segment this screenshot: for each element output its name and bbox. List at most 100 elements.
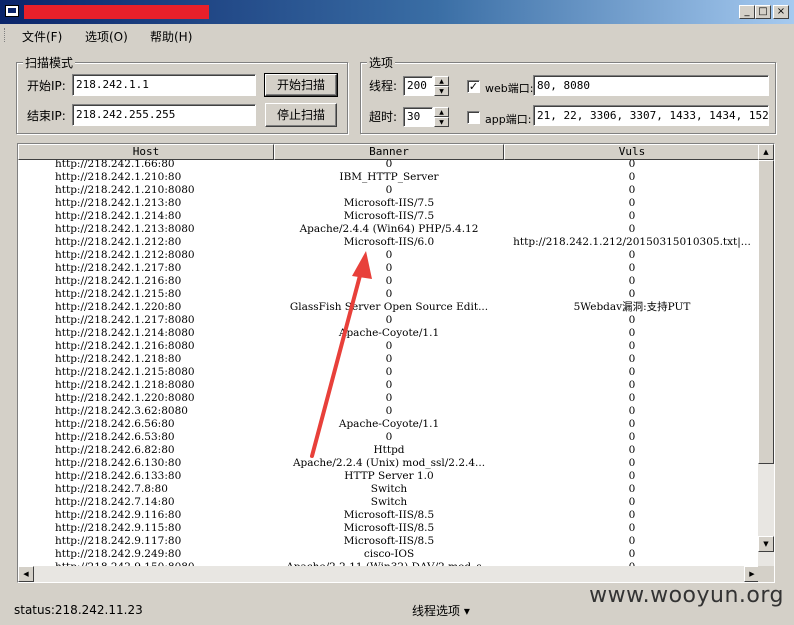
cell-host: http://218.242.1.213:8080 <box>55 223 195 235</box>
stop-scan-button[interactable]: 停止扫描 <box>265 103 337 127</box>
menu-options[interactable]: 选项(O) <box>85 28 128 45</box>
threads-label: 线程: <box>369 79 398 93</box>
cell-host: http://218.242.7.8:80 <box>55 483 168 495</box>
web-port-checkbox[interactable]: ✓ <box>467 80 480 93</box>
table-row[interactable]: http://218.242.1.217:80 0 0 <box>18 262 760 275</box>
table-row[interactable]: http://218.242.7.14:80 Switch 0 <box>18 496 760 509</box>
results-table[interactable]: Host Banner Vuls http://218.242.1.66:80 0… <box>17 143 775 583</box>
cell-host: http://218.242.1.210:8080 <box>55 184 195 196</box>
cell-banner: Microsoft-IIS/7.5 <box>343 197 435 209</box>
column-header-banner[interactable]: Banner <box>274 144 504 160</box>
table-row[interactable]: http://218.242.1.212:80 Microsoft-IIS/6.0… <box>18 236 760 249</box>
title-bar[interactable]: _ □ × <box>0 0 794 24</box>
spin-up-icon[interactable]: ▲ <box>434 76 449 86</box>
maximize-button[interactable]: □ <box>755 5 771 19</box>
table-row[interactable]: http://218.242.9.117:80 Microsoft-IIS/8.5… <box>18 535 760 548</box>
start-scan-button[interactable]: 开始扫描 <box>264 73 338 97</box>
table-row[interactable]: http://218.242.9.116:80 Microsoft-IIS/8.5… <box>18 509 760 522</box>
end-ip-label: 结束IP: <box>27 109 66 123</box>
threads-spinner[interactable]: ▲ ▼ <box>433 76 449 96</box>
table-row[interactable]: http://218.242.1.212:8080 0 0 <box>18 249 760 262</box>
app-ports-input[interactable]: 21, 22, 3306, 3307, 1433, 1434, 1521, 63… <box>533 105 769 126</box>
table-row[interactable]: http://218.242.1.216:8080 0 0 <box>18 340 760 353</box>
table-row[interactable]: http://218.242.6.133:80 HTTP Server 1.0 0 <box>18 470 760 483</box>
table-row[interactable]: http://218.242.3.62:8080 0 0 <box>18 405 760 418</box>
scroll-down-icon[interactable]: ▼ <box>758 536 774 552</box>
cell-banner: 0 <box>385 366 393 378</box>
cell-vuls: 0 <box>628 392 636 404</box>
spin-down-icon[interactable]: ▼ <box>434 117 449 127</box>
cell-banner: 0 <box>385 160 393 170</box>
cell-vuls: 0 <box>628 184 636 196</box>
cell-vuls: 0 <box>628 457 636 469</box>
table-row[interactable]: http://218.242.6.82:80 Httpd 0 <box>18 444 760 457</box>
cell-vuls: 0 <box>628 314 636 326</box>
table-row[interactable]: http://218.242.1.217:8080 0 0 <box>18 314 760 327</box>
start-ip-input[interactable]: 218.242.1.1 <box>72 74 256 96</box>
cell-banner: 0 <box>385 353 393 365</box>
end-ip-input[interactable]: 218.242.255.255 <box>72 104 256 126</box>
table-row[interactable]: http://218.242.1.214:8080 Apache-Coyote/1… <box>18 327 760 340</box>
table-row[interactable]: http://218.242.9.249:80 cisco-IOS 0 <box>18 548 760 561</box>
menu-help[interactable]: 帮助(H) <box>150 28 192 45</box>
cell-banner: 0 <box>385 262 393 274</box>
cell-vuls: 0 <box>628 418 636 430</box>
thread-options-dropdown[interactable]: 线程选项 ▾ <box>412 602 470 619</box>
start-ip-label: 开始IP: <box>27 79 66 93</box>
menu-file[interactable]: 文件(F) <box>22 28 62 45</box>
table-row[interactable]: http://218.242.1.215:8080 0 0 <box>18 366 760 379</box>
vertical-scrollbar[interactable]: ▲ ▼ <box>758 144 774 568</box>
timeout-input[interactable]: 30 <box>403 107 433 127</box>
cell-banner: Switch <box>370 496 408 508</box>
table-row[interactable]: http://218.242.1.214:80 Microsoft-IIS/7.5… <box>18 210 760 223</box>
cell-host: http://218.242.1.210:80 <box>55 171 182 183</box>
table-row[interactable]: http://218.242.1.213:80 Microsoft-IIS/7.5… <box>18 197 760 210</box>
table-row[interactable]: http://218.242.1.215:80 0 0 <box>18 288 760 301</box>
cell-banner: Microsoft-IIS/8.5 <box>343 522 435 534</box>
close-button[interactable]: × <box>773 5 789 19</box>
table-row[interactable]: http://218.242.1.220:8080 0 0 <box>18 392 760 405</box>
table-row[interactable]: http://218.242.6.53:80 0 0 <box>18 431 760 444</box>
table-row[interactable]: http://218.242.1.216:80 0 0 <box>18 275 760 288</box>
table-row[interactable]: http://218.242.1.213:8080 Apache/2.4.4 (W… <box>18 223 760 236</box>
cell-banner: 0 <box>385 288 393 300</box>
web-ports-input[interactable]: 80, 8080 <box>533 75 769 96</box>
cell-banner: 0 <box>385 275 393 287</box>
cell-banner: GlassFish Server Open Source Edit... <box>289 301 489 313</box>
cell-banner: Apache-Coyote/1.1 <box>338 418 440 430</box>
horizontal-scrollbar[interactable]: ◀ ▶ <box>18 566 760 582</box>
column-header-vuls[interactable]: Vuls <box>504 144 760 160</box>
table-row[interactable]: http://218.242.1.66:80 0 0 <box>18 160 760 171</box>
table-row[interactable]: http://218.242.1.218:80 0 0 <box>18 353 760 366</box>
table-row[interactable]: http://218.242.7.8:80 Switch 0 <box>18 483 760 496</box>
cell-host: http://218.242.1.217:80 <box>55 262 182 274</box>
app-port-checkbox[interactable] <box>467 111 480 124</box>
table-row[interactable]: http://218.242.6.130:80 Apache/2.2.4 (Uni… <box>18 457 760 470</box>
cell-vuls: 0 <box>628 509 636 521</box>
scroll-thumb[interactable] <box>758 160 774 464</box>
cell-vuls: 0 <box>628 353 636 365</box>
spin-up-icon[interactable]: ▲ <box>434 107 449 117</box>
app-icon[interactable] <box>5 5 19 17</box>
cell-host: http://218.242.6.130:80 <box>55 457 182 469</box>
cell-banner: 0 <box>385 340 393 352</box>
table-row[interactable]: http://218.242.6.56:80 Apache-Coyote/1.1 0 <box>18 418 760 431</box>
scroll-left-icon[interactable]: ◀ <box>18 566 34 582</box>
table-row[interactable]: http://218.242.9.115:80 Microsoft-IIS/8.5… <box>18 522 760 535</box>
spin-down-icon[interactable]: ▼ <box>434 86 449 96</box>
table-row[interactable]: http://218.242.1.220:80 GlassFish Server … <box>18 301 760 314</box>
cell-vuls: 0 <box>628 405 636 417</box>
table-row[interactable]: http://218.242.1.210:8080 0 0 <box>18 184 760 197</box>
cell-vuls: 0 <box>628 262 636 274</box>
column-header-host[interactable]: Host <box>18 144 274 160</box>
timeout-spinner[interactable]: ▲ ▼ <box>433 107 449 127</box>
minimize-button[interactable]: _ <box>739 5 755 19</box>
table-row[interactable]: http://218.242.1.210:80 IBM_HTTP_Server 0 <box>18 171 760 184</box>
cell-host: http://218.242.9.115:80 <box>55 522 182 534</box>
cell-host: http://218.242.1.220:80 <box>55 301 182 313</box>
table-row[interactable]: http://218.242.1.218:8080 0 0 <box>18 379 760 392</box>
cell-banner: Microsoft-IIS/7.5 <box>343 210 435 222</box>
cell-host: http://218.242.6.133:80 <box>55 470 182 482</box>
scroll-up-icon[interactable]: ▲ <box>758 144 774 160</box>
threads-input[interactable]: 200 <box>403 76 433 96</box>
